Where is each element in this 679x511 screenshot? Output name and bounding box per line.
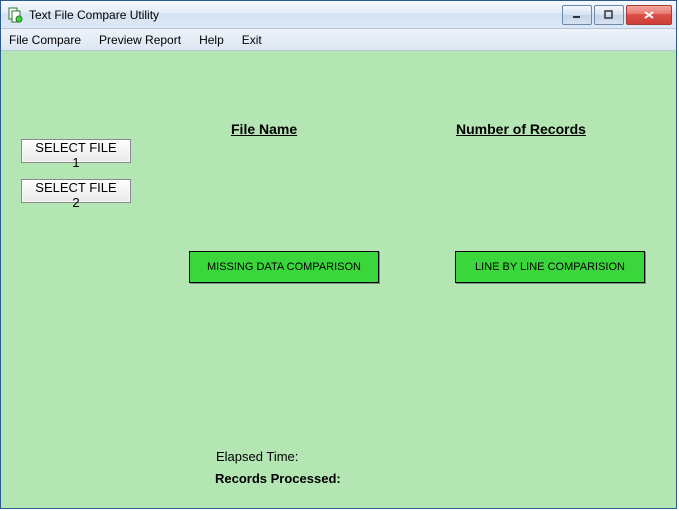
minimize-button[interactable] bbox=[562, 5, 592, 25]
number-of-records-header: Number of Records bbox=[456, 121, 586, 137]
select-file-2-button[interactable]: SELECT FILE 2 bbox=[21, 179, 131, 203]
maximize-button[interactable] bbox=[594, 5, 624, 25]
menu-file-compare[interactable]: File Compare bbox=[7, 31, 83, 49]
title-bar: Text File Compare Utility bbox=[1, 1, 676, 29]
file-name-header: File Name bbox=[231, 121, 297, 137]
maximize-icon bbox=[604, 10, 614, 20]
window-title: Text File Compare Utility bbox=[29, 8, 562, 22]
app-window: Text File Compare Utility File Compare P… bbox=[0, 0, 677, 509]
missing-data-comparison-button[interactable]: MISSING DATA COMPARISON bbox=[189, 251, 379, 283]
records-processed-label: Records Processed: bbox=[215, 471, 341, 486]
select-file-1-button[interactable]: SELECT FILE 1 bbox=[21, 139, 131, 163]
content-area: File Name Number of Records SELECT FILE … bbox=[1, 51, 676, 508]
close-button[interactable] bbox=[626, 5, 672, 25]
minimize-icon bbox=[572, 10, 582, 20]
line-by-line-comparison-button[interactable]: LINE BY LINE COMPARISION bbox=[455, 251, 645, 283]
menu-exit[interactable]: Exit bbox=[240, 31, 264, 49]
close-icon bbox=[643, 10, 655, 20]
elapsed-time-label: Elapsed Time: bbox=[216, 449, 298, 464]
menu-bar: File Compare Preview Report Help Exit bbox=[1, 29, 676, 51]
window-controls bbox=[562, 5, 672, 25]
menu-help[interactable]: Help bbox=[197, 31, 226, 49]
app-icon bbox=[7, 7, 23, 23]
menu-preview-report[interactable]: Preview Report bbox=[97, 31, 183, 49]
